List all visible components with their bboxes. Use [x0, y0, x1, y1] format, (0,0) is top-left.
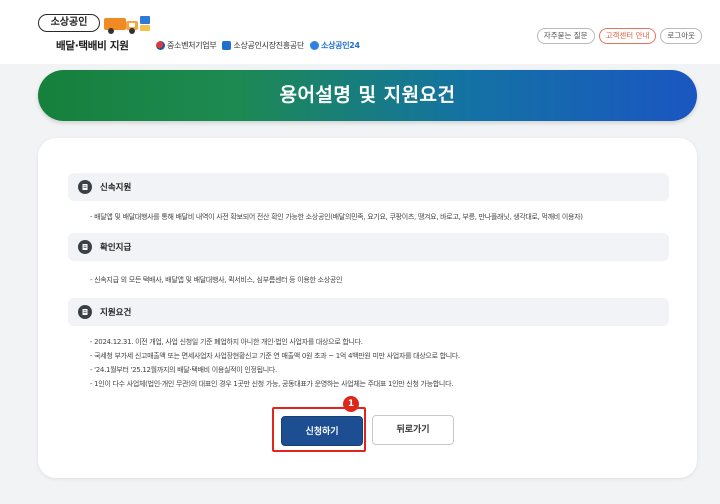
list-item: 국세청 부가세 신고매출액 또는 면세사업자 사업장현황신고 기준 연 매출액 …: [90, 349, 690, 363]
step-badge: 1: [343, 396, 359, 412]
partner-sbiz24[interactable]: 소상공인24: [310, 40, 360, 51]
partner-name: 소상공인시장진흥공단: [233, 41, 305, 50]
section-title: 확인지급: [100, 243, 132, 253]
section-header-requirements: 지원요건: [68, 298, 669, 326]
support-button[interactable]: 고객센터 안내: [598, 28, 657, 44]
gov-emblem-icon: [156, 41, 165, 50]
section-list-verify: 신속지급 외 모든 택배사, 배달앱 및 배달대행사, 퀵서비스, 심부름센터 …: [90, 273, 690, 287]
section-list-requirements: 2024.12.31. 이전 개업, 사업 신청일 기준 폐업하지 아니한 개인…: [90, 335, 690, 391]
partner-name: 중소벤처기업부: [167, 41, 217, 50]
partner-semas[interactable]: 소상공인시장진흥공단: [222, 40, 304, 51]
partner-mss[interactable]: 중소벤처기업부: [156, 40, 217, 51]
back-button[interactable]: 뒤로가기: [372, 415, 454, 445]
brand-logo[interactable]: 소상공인 배달·택배비 지원: [38, 12, 153, 56]
section-list-rapid: 배달앱 및 배달대행사를 통해 배달비 내역이 사전 확보되어 전산 확인 가능…: [90, 210, 690, 224]
document-icon: [78, 240, 92, 254]
site-header: 소상공인 배달·택배비 지원 중소벤처기업부 소상공인시장진흥공단 소상공인24…: [0, 0, 720, 64]
brand-pill: 소상공인: [38, 14, 100, 32]
utility-nav: 자주묻는 질문 고객센터 안내 로그아웃: [536, 28, 702, 44]
section-title: 신속지원: [100, 183, 132, 193]
semas-logo-icon: [222, 41, 232, 50]
logout-button[interactable]: 로그아웃: [660, 28, 702, 44]
section-header-rapid: 신속지원: [68, 173, 669, 201]
content-card: 신속지원 배달앱 및 배달대행사를 통해 배달비 내역이 사전 확보되어 전산 …: [38, 138, 697, 478]
section-title: 지원요건: [100, 308, 132, 318]
brand-subtitle: 배달·택배비 지원: [56, 40, 129, 52]
partner-logos: 중소벤처기업부 소상공인시장진흥공단 소상공인24: [156, 40, 360, 51]
page-title-banner: 용어설명 및 지원요건: [38, 70, 697, 121]
document-icon: [78, 305, 92, 319]
truck-icon: [104, 16, 150, 34]
list-item: '24.1월부터 '25.12월까지의 배달·택배비 이용실적이 인정됩니다.: [90, 363, 690, 377]
faq-button[interactable]: 자주묻는 질문: [536, 28, 595, 44]
apply-button[interactable]: 신청하기: [281, 416, 363, 446]
document-icon: [78, 180, 92, 194]
sbiz24-logo-icon: [310, 41, 320, 50]
list-item: 1인이 다수 사업체(법인·개인 무관)의 대표인 경우 1곳만 신청 가능, …: [90, 377, 690, 391]
list-item: 배달앱 및 배달대행사를 통해 배달비 내역이 사전 확보되어 전산 확인 가능…: [90, 210, 690, 224]
list-item: 신속지급 외 모든 택배사, 배달앱 및 배달대행사, 퀵서비스, 심부름센터 …: [90, 273, 690, 287]
section-header-verify: 확인지급: [68, 233, 669, 261]
list-item: 2024.12.31. 이전 개업, 사업 신청일 기준 폐업하지 아니한 개인…: [90, 335, 690, 349]
partner-name: 소상공인24: [321, 41, 360, 50]
